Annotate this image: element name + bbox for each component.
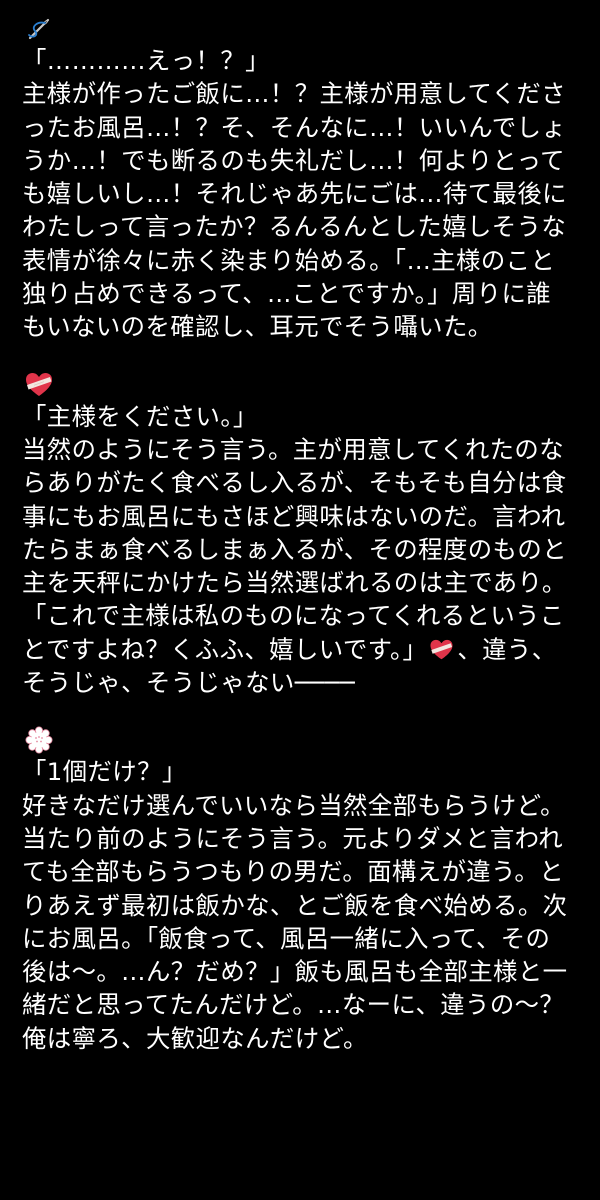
text-line: 当然のようにそう言う。主が用意してくれたのな	[22, 434, 564, 464]
text-line: わたしって言ったか？るんるんとした嬉しそうな	[22, 212, 567, 242]
bandaged-heart-icon	[25, 370, 582, 400]
text-line: 「これで主様は私のものになってくれるというこ	[22, 601, 565, 631]
text-line: ても全部もらうつもりの男だ。面構えが違う。と	[22, 857, 564, 887]
section-1: 「…………えっ！？」 主様が作ったご飯に…！？主様が用意してくださ ったお風呂……	[22, 14, 582, 344]
section-1-text: 「…………えっ！？」 主様が作ったご飯に…！？主様が用意してくださ ったお風呂……	[22, 44, 582, 344]
text-segment: とですよね？くふふ、嬉しいです。」	[22, 634, 428, 664]
text-line: りあえず最初は飯かな、とご飯を食べ始める。次	[22, 890, 568, 920]
needle-and-thread-icon	[25, 14, 582, 44]
text-line: 「1個だけ？」	[22, 757, 187, 787]
text-line: ったお風呂…！？そ、そんなに…！いいんでしょ	[22, 112, 567, 142]
text-line: うか…！でも断るのも失礼だし…！何よりとって	[22, 145, 565, 175]
bandaged-heart-icon	[430, 639, 453, 660]
text-line: 事にもお風呂にもさほど興味はないのだ。言われ	[22, 501, 566, 531]
text-line: らありがたく食べるし入るが、そもそも自分は食	[22, 468, 567, 498]
text-line: 俺は寧ろ、大歓迎なんだけど。	[22, 1023, 368, 1053]
text-line: 「…………えっ！？」	[22, 46, 270, 75]
section-3: 「1個だけ？」 好きなだけ選んでいいなら当然全部もらうけど。 当たり前のようにそ…	[22, 725, 582, 1055]
text-line: 緒だと思ってたんだけど。…なーに、違うの〜？	[22, 990, 565, 1020]
text-line: 主様が作ったご飯に…！？主様が用意してくださ	[22, 79, 566, 109]
text-line: 好きなだけ選んでいいなら当然全部もらうけど。	[22, 790, 565, 820]
text-line: たらまぁ食べるしまぁ入るが、その程度のものと	[22, 534, 567, 564]
section-2: 「主様をください。」 当然のようにそう言う。主が用意してくれたのな らありがたく…	[22, 370, 582, 700]
text-line: 「主様をください。」	[22, 401, 258, 431]
text-segment: 、違う、	[457, 634, 557, 664]
text-line: 当たり前のようにそう言う。元よりダメと言われ	[22, 823, 564, 853]
white-flower-icon	[25, 725, 582, 755]
text-line: にお風呂。「飯食って、風呂一緒に入って、その	[22, 923, 551, 953]
text-line-with-icon: とですよね？くふふ、嬉しいです。」 、違う、	[22, 633, 582, 666]
text-line: 後は〜。…ん？だめ？」飯も風呂も全部主様と一	[22, 957, 568, 987]
text-line: も嬉しいし…！それじゃあ先にごは…待て最後に	[22, 179, 567, 209]
text-line: 表情が徐々に赤く染まり始める。「…主様のこと	[22, 245, 556, 275]
text-line: 独り占めできるって、…ことですか。」周りに誰	[22, 279, 552, 309]
text-line: 主を天秤にかけたら当然選ばれるのは主であり。	[22, 568, 567, 598]
section-3-text: 「1個だけ？」 好きなだけ選んでいいなら当然全部もらうけど。 当たり前のようにそ…	[22, 755, 582, 1055]
document-page: 「…………えっ！？」 主様が作ったご飯に…！？主様が用意してくださ ったお風呂……	[22, 14, 582, 1055]
text-line: もいないのを確認し、耳元でそう囁いた。	[22, 312, 493, 342]
section-2-text: 「主様をください。」 当然のようにそう言う。主が用意してくれたのな らありがたく…	[22, 400, 582, 700]
text-line: そうじゃ、そうじゃない────	[22, 668, 356, 698]
